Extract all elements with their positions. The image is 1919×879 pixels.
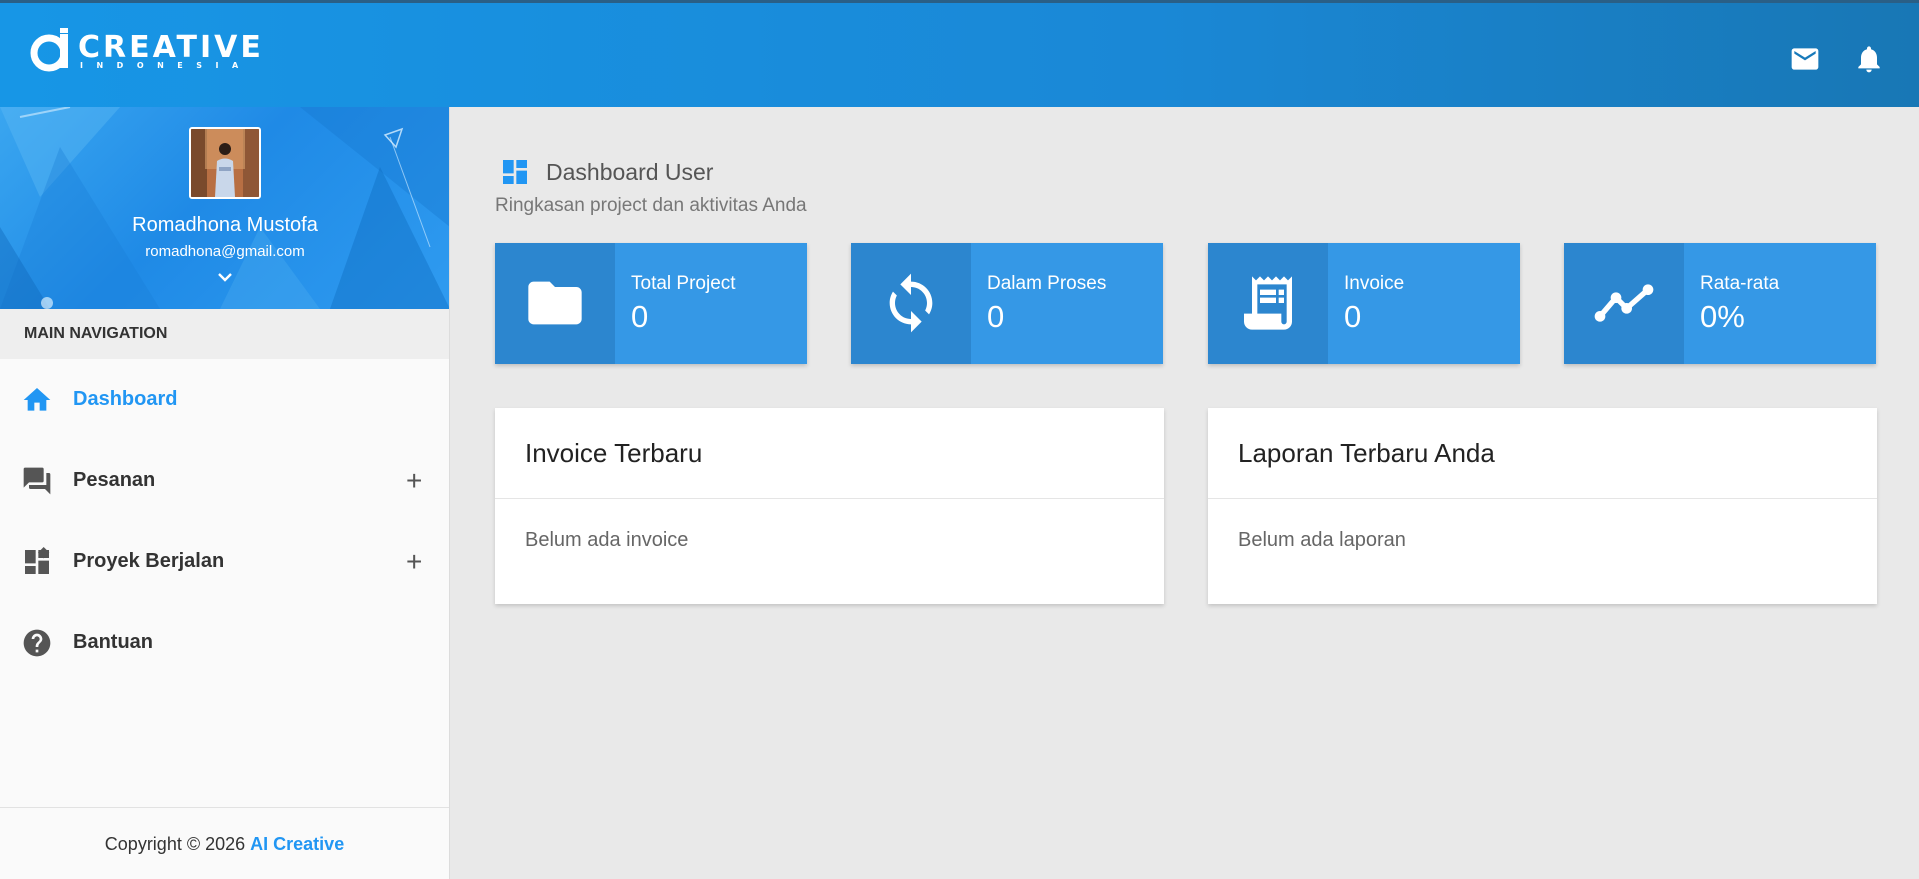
- brand-logo[interactable]: CREATIVE INDONESIA: [30, 25, 264, 77]
- nav-header: MAIN NAVIGATION: [0, 309, 449, 359]
- stat-label: Dalam Proses: [987, 273, 1107, 294]
- folder-icon: [528, 281, 582, 325]
- chat-icon: [23, 467, 51, 494]
- stat-label: Total Project: [631, 273, 736, 294]
- stat-value: 0: [987, 299, 1005, 334]
- expand-icon[interactable]: +: [406, 547, 422, 576]
- logo-subtitle: INDONESIA: [80, 60, 252, 70]
- stat-value: 0: [1344, 299, 1362, 334]
- logo-wordmark: CREATIVE: [78, 29, 264, 65]
- stat-label: Invoice: [1344, 273, 1405, 294]
- sidebar-item-label: Pesanan: [73, 469, 156, 491]
- top-bar: CREATIVE INDONESIA: [0, 0, 1919, 107]
- bell-icon[interactable]: [1853, 43, 1885, 75]
- sidebar-item-bantuan[interactable]: Bantuan: [0, 602, 449, 683]
- sidebar-item-proyek-berjalan[interactable]: Proyek Berjalan +: [0, 521, 449, 602]
- page-subtitle: Ringkasan project dan aktivitas Anda: [495, 195, 807, 216]
- sidebar-item-pesanan[interactable]: Pesanan +: [0, 440, 449, 521]
- sidebar-item-label: Proyek Berjalan: [73, 550, 225, 572]
- logo-mark-icon: [30, 28, 68, 72]
- card-title: Laporan Terbaru Anda: [1208, 408, 1877, 499]
- user-email: romadhona@gmail.com: [145, 243, 305, 260]
- avatar[interactable]: [189, 127, 261, 199]
- page-title: Dashboard User: [546, 159, 714, 185]
- home-icon: [23, 387, 51, 411]
- sidebar-footer: Copyright © 2026 AI Creative: [0, 807, 449, 879]
- help-icon: [23, 629, 51, 656]
- sidebar-item-dashboard[interactable]: Dashboard: [0, 359, 449, 440]
- stat-value: 0: [631, 299, 649, 334]
- sidebar-item-label: Bantuan: [73, 631, 153, 653]
- sync-icon: [889, 273, 933, 333]
- stat-card-total-project[interactable]: Total Project 0: [495, 243, 807, 364]
- stat-card-dalam-proses[interactable]: Dalam Proses 0: [851, 243, 1163, 364]
- sidebar-item-label: Dashboard: [73, 388, 178, 410]
- profile-panel: Romadhona Mustofa romadhona@gmail.com: [0, 107, 449, 309]
- chevron-down-icon[interactable]: [216, 270, 234, 284]
- card-empty-text: Belum ada laporan: [1238, 529, 1406, 551]
- card-empty-text: Belum ada invoice: [525, 529, 689, 551]
- stat-card-invoice[interactable]: Invoice 0: [1208, 243, 1520, 364]
- stat-label: Rata-rata: [1700, 273, 1780, 294]
- dashboard-icon: [25, 546, 50, 574]
- dashboard-icon: [503, 160, 527, 184]
- expand-icon[interactable]: +: [406, 466, 422, 495]
- receipt-icon: [1244, 276, 1292, 330]
- stat-card-rata-rata[interactable]: Rata-rata 0%: [1564, 243, 1876, 364]
- card-laporan-terbaru: Laporan Terbaru Anda Belum ada laporan: [1208, 408, 1877, 604]
- copyright-text: Copyright © 2026: [104, 834, 246, 854]
- avatar-photo: [191, 129, 259, 197]
- card-title: Invoice Terbaru: [495, 408, 1164, 499]
- trending-icon: [1594, 284, 1654, 322]
- card-invoice-terbaru: Invoice Terbaru Belum ada invoice: [495, 408, 1164, 604]
- stat-value: 0%: [1700, 299, 1745, 334]
- user-name: Romadhona Mustofa: [132, 214, 318, 236]
- sidebar: Romadhona Mustofa romadhona@gmail.com MA…: [0, 107, 450, 879]
- mail-icon[interactable]: [1789, 43, 1821, 75]
- footer-brand-link[interactable]: AI Creative: [250, 834, 344, 854]
